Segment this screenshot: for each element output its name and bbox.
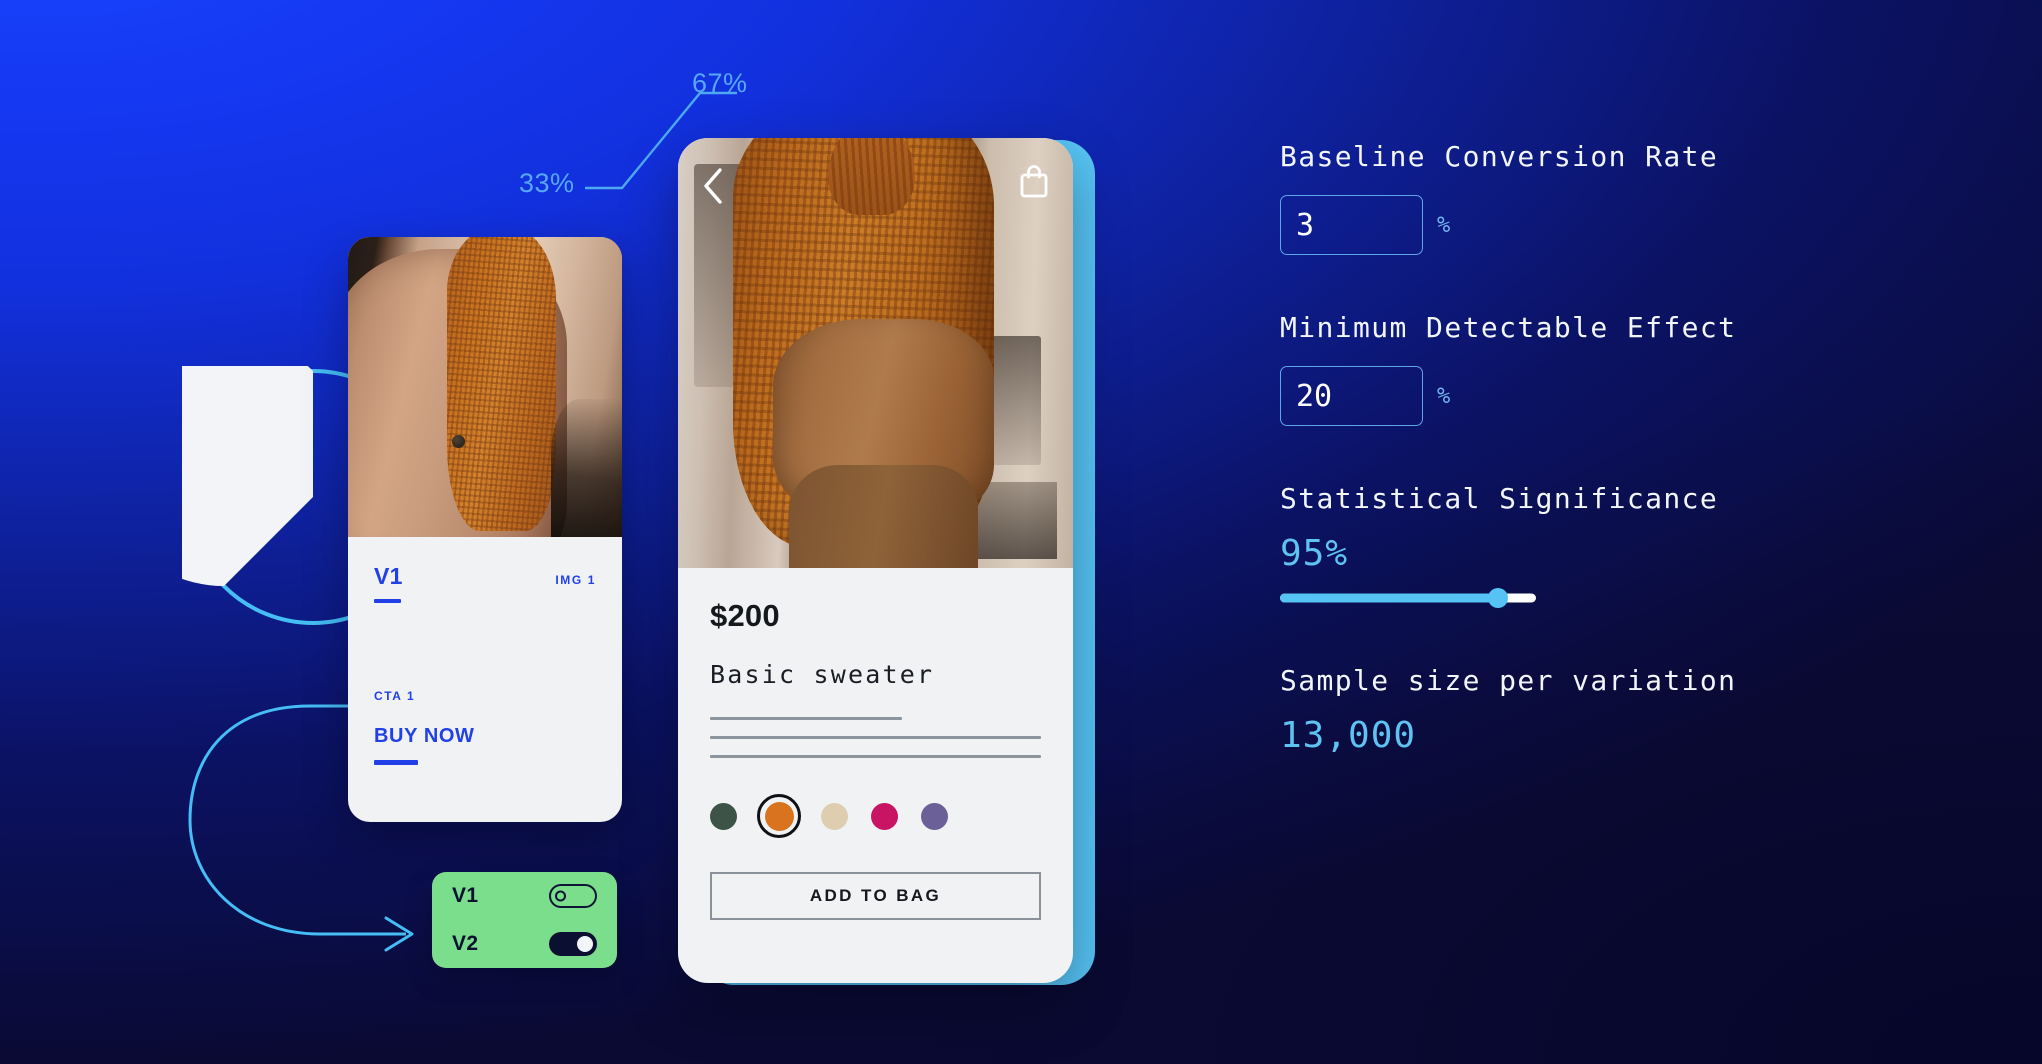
split-pct-b: 67%	[692, 68, 748, 98]
field-minimum-detectable-effect: Minimum Detectable Effect %	[1280, 311, 1960, 426]
variant-card-body: V1 IMG 1 CTA 1 BUY NOW	[348, 537, 622, 822]
product-price: $200	[710, 598, 780, 633]
field-sample-size: Sample size per variation 13,000	[1280, 664, 1960, 756]
chevron-left-icon[interactable]	[700, 166, 726, 211]
variant-card-photo	[348, 237, 622, 537]
significance-label: Statistical Significance	[1280, 482, 1719, 515]
color-swatch-slate-purple[interactable]	[921, 802, 948, 830]
toggle-label-v2: V2	[452, 932, 479, 955]
variant-image-tag: IMG 1	[555, 573, 596, 587]
placeholder-line	[710, 755, 1041, 758]
photo-shadow-shape	[550, 399, 622, 537]
color-swatch-dark-green[interactable]	[710, 802, 737, 830]
photo-pants-shape	[788, 464, 979, 568]
baseline-input[interactable]	[1280, 195, 1423, 255]
color-swatch-beige[interactable]	[821, 802, 848, 830]
color-swatch-list	[710, 794, 1041, 838]
product-title: Basic sweater	[710, 660, 935, 689]
mde-input[interactable]	[1280, 366, 1423, 426]
placeholder-line	[710, 736, 1041, 739]
product-phone-card: $200 Basic sweater ADD TO BAG	[678, 138, 1073, 983]
toggle-switch-v2[interactable]	[549, 932, 597, 956]
field-statistical-significance: Statistical Significance 95%	[1280, 482, 1960, 608]
product-photo	[678, 138, 1073, 568]
variant-card-v1[interactable]: V1 IMG 1 CTA 1 BUY NOW	[348, 237, 622, 822]
mde-label: Minimum Detectable Effect	[1280, 311, 1737, 344]
slider-thumb[interactable]	[1487, 588, 1508, 608]
toggle-label-v1: V1	[452, 884, 479, 907]
variant-card-header: V1 IMG 1	[374, 563, 596, 590]
shopping-bag-icon[interactable]	[1019, 164, 1049, 203]
toggle-row-v1: V1	[452, 884, 597, 908]
buy-now-underline	[374, 760, 418, 765]
color-swatch-burnt-orange-selected[interactable]	[757, 794, 801, 838]
product-description-placeholder	[710, 717, 1041, 758]
sample-size-label: Sample size per variation	[1280, 664, 1737, 697]
toggle-knob-v2	[577, 936, 593, 952]
cta-flow-arrowhead	[384, 916, 414, 952]
mde-input-row: %	[1280, 366, 1960, 426]
baseline-percent-suffix: %	[1437, 212, 1451, 238]
buy-now-button[interactable]: BUY NOW	[374, 725, 596, 748]
variant-label: V1	[374, 563, 403, 589]
color-swatch-magenta[interactable]	[871, 802, 898, 830]
variant-label-underline	[374, 599, 401, 603]
add-to-bag-button[interactable]: ADD TO BAG	[710, 872, 1041, 920]
variation-toggle-card: V1 V2	[432, 872, 617, 968]
mde-percent-suffix: %	[1437, 383, 1451, 409]
variant-cta-tag: CTA 1	[374, 689, 416, 703]
hero-illustration: 33% 67% V1 IMG 1 CTA 1 BUY NOW V1 V2 $20…	[0, 0, 2042, 1064]
swatch-inner	[764, 801, 794, 831]
split-pct-a: 33%	[519, 168, 575, 198]
photo-sweater-shape	[446, 237, 557, 531]
toggle-knob-v1	[555, 890, 566, 902]
pie-segment-major	[97, 334, 313, 587]
significance-value: 95%	[1280, 533, 1349, 574]
toggle-row-v2: V2	[452, 932, 597, 956]
photo-window-right	[986, 335, 1042, 465]
toggle-switch-v1[interactable]	[549, 884, 597, 908]
baseline-input-row: %	[1280, 195, 1960, 255]
slider-fill	[1280, 593, 1498, 603]
sample-size-calculator: Baseline Conversion Rate % Minimum Detec…	[1280, 140, 1960, 756]
field-baseline-conversion: Baseline Conversion Rate %	[1280, 140, 1960, 255]
photo-turtleneck-shape	[828, 138, 915, 216]
sample-size-value: 13,000	[1280, 715, 1417, 756]
product-details: $200 Basic sweater ADD TO BAG	[678, 568, 1073, 920]
placeholder-line	[710, 717, 902, 720]
significance-slider[interactable]	[1280, 588, 1536, 608]
baseline-label: Baseline Conversion Rate	[1280, 140, 1719, 173]
